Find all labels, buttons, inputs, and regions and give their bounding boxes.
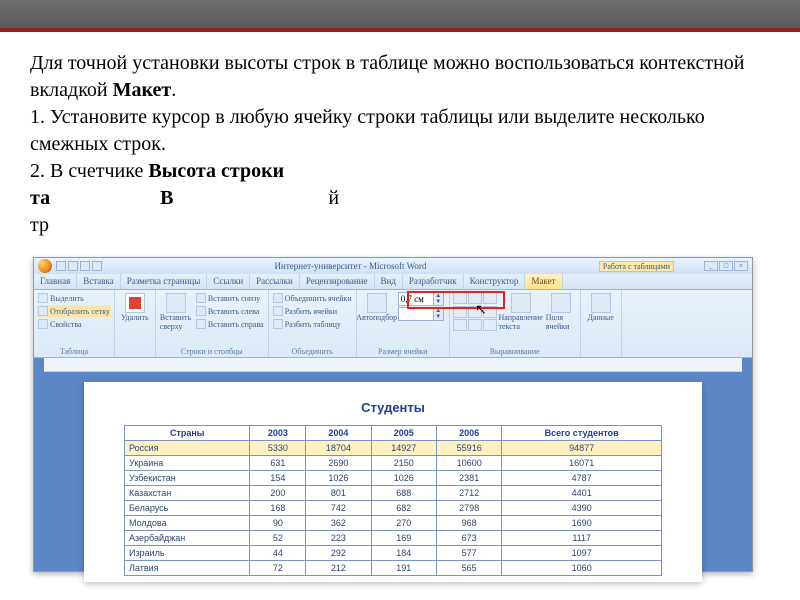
document-page: Студенты Страны 2003 2004 2005 2006 Всег… <box>84 382 702 582</box>
insert-right-icon <box>196 319 206 329</box>
table-row[interactable]: Казахстан20080168827124401 <box>125 486 662 501</box>
tab-view[interactable]: Вид <box>375 274 403 289</box>
insert-above-icon <box>166 293 186 313</box>
tab-mailings[interactable]: Рассылки <box>250 274 300 289</box>
row-height-spinner[interactable]: ▲▼ <box>398 292 444 306</box>
group-table: Выделить Отобразить сетку Свойства Табли… <box>34 290 115 357</box>
minimize-icon: _ <box>704 261 718 271</box>
insert-below-button[interactable]: Вставить снизу <box>195 292 265 304</box>
col-width-input[interactable] <box>399 308 433 320</box>
quick-access-toolbar[interactable] <box>56 261 102 271</box>
ribbon: Выделить Отобразить сетку Свойства Табли… <box>34 290 752 358</box>
table-row[interactable]: Украина631269021501060016071 <box>125 456 662 471</box>
split-table-icon <box>273 319 283 329</box>
insert-left-icon <box>196 306 206 316</box>
margins-icon <box>551 293 571 313</box>
data-button[interactable]: Данные <box>584 292 618 323</box>
window-title: Интернет-университет - Microsoft Word <box>102 261 599 271</box>
select-icon <box>38 293 48 303</box>
context-tab-title: Работа с таблицами <box>599 261 674 272</box>
select-button[interactable]: Выделить <box>37 292 111 304</box>
page-title: Студенты <box>124 400 662 415</box>
ribbon-tabs: Главная Вставка Разметка страницы Ссылки… <box>34 274 752 290</box>
students-table[interactable]: Страны 2003 2004 2005 2006 Всего студент… <box>124 425 662 576</box>
row-height-input[interactable] <box>399 293 433 305</box>
merge-cells-button[interactable]: Объединить ячейки <box>272 292 353 304</box>
group-data: Данные <box>581 290 622 357</box>
slide-topbar <box>0 0 800 32</box>
insert-below-icon <box>196 293 206 303</box>
delete-icon <box>125 293 145 313</box>
insert-left-button[interactable]: Вставить слева <box>195 305 265 317</box>
split-cells-icon <box>273 306 283 316</box>
insert-above-button[interactable]: Вставить сверху <box>159 292 193 332</box>
close-icon: × <box>734 261 748 271</box>
group-rows-cols: Вставить сверху Вставить снизу Вставить … <box>156 290 269 357</box>
table-row[interactable]: Узбекистан1541026102623814787 <box>125 471 662 486</box>
table-row[interactable]: Беларусь16874268227984390 <box>125 501 662 516</box>
tab-references[interactable]: Ссылки <box>207 274 250 289</box>
data-icon <box>591 293 611 313</box>
group-cell-size: Автоподбор ▲▼ ▲▼ <box>357 290 450 357</box>
tab-design[interactable]: Конструктор <box>464 274 526 289</box>
group-alignment: Направление текста Поля ячейки Выравнива… <box>450 290 581 357</box>
autofit-icon <box>367 293 387 313</box>
instruction-text: Для точной установки высоты строк в табл… <box>0 32 800 245</box>
table-row[interactable]: Россия533018704149275591694877 <box>125 441 662 456</box>
col-width-spinner[interactable]: ▲▼ <box>398 307 444 321</box>
table-row[interactable]: Молдова903622709681690 <box>125 516 662 531</box>
window-controls[interactable]: _□× <box>704 261 748 271</box>
alignment-grid[interactable] <box>453 292 497 332</box>
table-row[interactable]: Латвия722121915651060 <box>125 561 662 576</box>
col-width-control[interactable]: ▲▼ <box>396 307 446 321</box>
grid-icon <box>38 306 48 316</box>
ruler[interactable] <box>44 358 742 372</box>
properties-icon <box>38 319 48 329</box>
tab-layout[interactable]: Макет <box>525 274 562 289</box>
tab-developer[interactable]: Разработчик <box>403 274 464 289</box>
table-header-row: Страны 2003 2004 2005 2006 Всего студент… <box>125 426 662 441</box>
split-table-button[interactable]: Разбить таблицу <box>272 318 353 330</box>
merge-icon <box>273 293 283 303</box>
tab-review[interactable]: Рецензирование <box>300 274 375 289</box>
group-delete: Удалить <box>115 290 156 357</box>
split-cells-button[interactable]: Разбить ячейки <box>272 305 353 317</box>
row-height-control[interactable]: ▲▼ <box>396 292 446 306</box>
word-window: Интернет-университет - Microsoft Word Ра… <box>33 257 753 572</box>
titlebar: Интернет-университет - Microsoft Word Ра… <box>34 258 752 274</box>
text-direction-button[interactable]: Направление текста <box>499 292 543 332</box>
text-direction-icon <box>511 293 531 313</box>
table-row[interactable]: Израиль442921845771097 <box>125 546 662 561</box>
tab-home[interactable]: Главная <box>34 274 77 289</box>
group-merge: Объединить ячейки Разбить ячейки Разбить… <box>269 290 357 357</box>
maximize-icon: □ <box>719 261 733 271</box>
show-grid-button[interactable]: Отобразить сетку <box>37 305 111 317</box>
office-button[interactable] <box>38 259 52 273</box>
table-row[interactable]: Азербайджан522231696731117 <box>125 531 662 546</box>
spin-down-icon[interactable]: ▼ <box>433 299 443 305</box>
delete-button[interactable]: Удалить <box>118 292 152 323</box>
tab-pagelayout[interactable]: Разметка страницы <box>121 274 208 289</box>
properties-button[interactable]: Свойства <box>37 318 111 330</box>
cell-margins-button[interactable]: Поля ячейки <box>545 292 577 332</box>
insert-right-button[interactable]: Вставить справа <box>195 318 265 330</box>
autofit-button[interactable]: Автоподбор <box>360 292 394 323</box>
tab-insert[interactable]: Вставка <box>77 274 121 289</box>
